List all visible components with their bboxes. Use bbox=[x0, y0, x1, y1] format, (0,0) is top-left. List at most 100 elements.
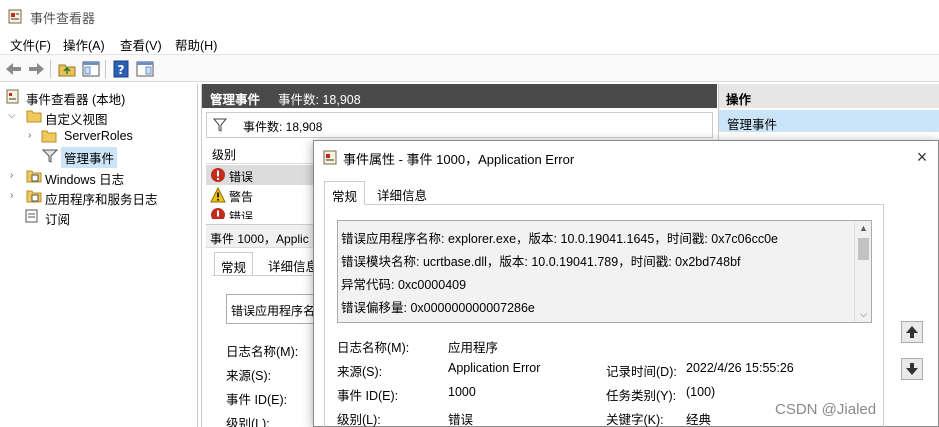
toolbar-separator bbox=[50, 60, 51, 78]
tree-item-root[interactable]: 事件查看器 (本地) bbox=[6, 86, 196, 107]
menu-action[interactable]: 操作(A) bbox=[63, 35, 105, 54]
actions-title: 操作 bbox=[726, 93, 752, 107]
warning-icon bbox=[210, 187, 226, 203]
chevron-right-icon[interactable]: › bbox=[10, 190, 13, 201]
scroll-up-icon[interactable]: ▲ bbox=[855, 221, 871, 236]
level-text: 警告 bbox=[229, 190, 254, 204]
arrow-up-icon bbox=[906, 326, 918, 338]
actions-header: 操作 bbox=[719, 84, 939, 108]
watermark: CSDN @Jialed bbox=[775, 401, 877, 418]
show-action-pane-icon[interactable] bbox=[135, 59, 155, 79]
keywords-label: 关键字(K): bbox=[606, 413, 664, 427]
tree-item-custom-views[interactable]: ⌵ 自定义视图 bbox=[6, 106, 196, 127]
help-icon[interactable]: ? bbox=[111, 59, 131, 79]
dialog-title-bar: 事件属性 - 事件 1000，Application Error × bbox=[314, 141, 938, 173]
filter-icon bbox=[213, 118, 227, 132]
event-properties-dialog: 事件属性 - 事件 1000，Application Error × 常规 详细… bbox=[313, 140, 939, 427]
detail-title: 事件 1000，Applic bbox=[210, 232, 309, 246]
scroll-down-icon[interactable]: ⌵ bbox=[855, 307, 871, 322]
log-name-label: 日志名称(M): bbox=[337, 341, 410, 355]
field-label: 级别(L): bbox=[226, 417, 270, 427]
list-item[interactable]: 错误 bbox=[206, 165, 316, 185]
arrow-down-icon bbox=[906, 363, 918, 375]
tree-item-server-roles[interactable]: › ServerRoles bbox=[24, 126, 194, 146]
level-text: 错误 bbox=[229, 210, 254, 219]
chevron-right-icon[interactable]: › bbox=[10, 170, 13, 181]
error-icon bbox=[211, 168, 225, 182]
toolbar-separator bbox=[105, 60, 106, 78]
actions-section[interactable]: 管理事件 bbox=[719, 110, 939, 132]
description-line: 错误应用程序名称: explorer.exe，版本: 10.0.19041.16… bbox=[341, 232, 778, 246]
filter-icon bbox=[42, 149, 58, 163]
tree-item-windows-logs[interactable]: › Windows 日志 bbox=[6, 166, 196, 187]
next-event-button[interactable] bbox=[901, 358, 923, 380]
menu-file[interactable]: 文件(F) bbox=[10, 35, 51, 54]
subscription-icon bbox=[25, 209, 38, 223]
task-category-value: (100) bbox=[686, 385, 716, 399]
field-label: 日志名称(M): bbox=[226, 345, 299, 359]
field-label: 来源(S): bbox=[226, 369, 272, 383]
actions-section-label: 管理事件 bbox=[727, 118, 778, 132]
tree-item-subscriptions[interactable]: 订阅 bbox=[6, 206, 196, 227]
log-name-value: 应用程序 bbox=[448, 341, 499, 355]
panel-title: 管理事件 bbox=[210, 93, 261, 107]
event-viewer-icon bbox=[323, 150, 337, 165]
panel-header: 管理事件 事件数: 18,908 bbox=[202, 84, 717, 108]
chevron-right-icon[interactable]: › bbox=[28, 130, 31, 141]
logged-value: 2022/4/26 15:55:26 bbox=[686, 361, 794, 375]
list-item[interactable]: 警告 bbox=[206, 185, 316, 205]
log-folder-icon bbox=[26, 170, 42, 183]
column-header-level[interactable]: 级别 bbox=[212, 146, 236, 163]
event-description-box[interactable]: 错误应用程序名称: explorer.exe，版本: 10.0.19041.16… bbox=[337, 220, 872, 323]
preview-text: 错误应用程序名 bbox=[231, 304, 316, 318]
navigation-tree: 事件查看器 (本地) ⌵ 自定义视图 › ServerRoles 管理事件 › … bbox=[0, 84, 198, 427]
tree-item-app-service-logs[interactable]: › 应用程序和服务日志 bbox=[6, 186, 196, 207]
field-label: 事件 ID(E): bbox=[226, 393, 288, 407]
log-folder-icon bbox=[26, 190, 42, 203]
window-title: 事件查看器 bbox=[30, 11, 96, 26]
back-arrow-icon[interactable] bbox=[4, 59, 24, 79]
task-category-label: 任务类别(Y): bbox=[606, 389, 677, 403]
menu-bar: 文件(F) 操作(A) 查看(V) 帮助(H) bbox=[0, 32, 939, 54]
filter-count: 事件数: 18,908 bbox=[243, 120, 323, 134]
tab-divider bbox=[212, 275, 312, 276]
scrollbar-thumb[interactable] bbox=[858, 238, 869, 260]
logged-label: 记录时间(D): bbox=[606, 365, 677, 379]
show-hide-tree-icon[interactable] bbox=[81, 59, 101, 79]
event-viewer-icon bbox=[6, 89, 19, 104]
error-icon bbox=[211, 208, 225, 219]
event-count: 事件数: 18,908 bbox=[278, 93, 361, 107]
keywords-value: 经典 bbox=[686, 413, 712, 427]
folder-icon bbox=[41, 130, 57, 143]
description-line: 错误偏移量: 0x000000000007286e bbox=[341, 301, 535, 315]
tab-details[interactable]: 详细信息 bbox=[370, 181, 434, 205]
forward-arrow-icon[interactable] bbox=[26, 59, 46, 79]
folder-icon bbox=[26, 110, 42, 123]
dialog-title: 事件属性 - 事件 1000，Application Error bbox=[343, 152, 575, 167]
level-value: 错误 bbox=[448, 413, 474, 427]
close-icon[interactable]: × bbox=[912, 147, 932, 167]
description-line: 错误模块名称: ucrtbase.dll，版本: 10.0.19041.789，… bbox=[341, 255, 741, 269]
source-label: 来源(S): bbox=[337, 365, 383, 379]
title-bar: 事件查看器 bbox=[0, 0, 939, 32]
tab-general[interactable]: 常规 bbox=[324, 181, 366, 205]
tab-general[interactable]: 常规 bbox=[214, 252, 254, 276]
level-label: 级别(L): bbox=[337, 413, 381, 427]
chevron-down-icon[interactable]: ⌵ bbox=[8, 110, 16, 121]
folder-up-icon[interactable] bbox=[57, 59, 77, 79]
event-id-value: 1000 bbox=[448, 385, 476, 399]
tree-item-admin-events[interactable]: 管理事件 bbox=[42, 146, 194, 168]
previous-event-button[interactable] bbox=[901, 321, 923, 343]
menu-view[interactable]: 查看(V) bbox=[120, 35, 162, 54]
description-line: 异常代码: 0xc0000409 bbox=[341, 278, 467, 292]
level-text: 错误 bbox=[229, 170, 254, 184]
tree-label: 订阅 bbox=[45, 213, 71, 227]
vertical-scrollbar[interactable]: ▲ ⌵ bbox=[854, 221, 871, 322]
svg-text:?: ? bbox=[118, 63, 125, 77]
dialog-content: 错误应用程序名称: explorer.exe，版本: 10.0.19041.16… bbox=[324, 204, 884, 427]
menu-help[interactable]: 帮助(H) bbox=[175, 35, 217, 54]
tree-label: 管理事件 bbox=[61, 147, 118, 168]
tree-label: ServerRoles bbox=[64, 129, 133, 143]
list-item[interactable]: 错误 bbox=[206, 205, 316, 219]
event-viewer-icon bbox=[8, 9, 22, 24]
